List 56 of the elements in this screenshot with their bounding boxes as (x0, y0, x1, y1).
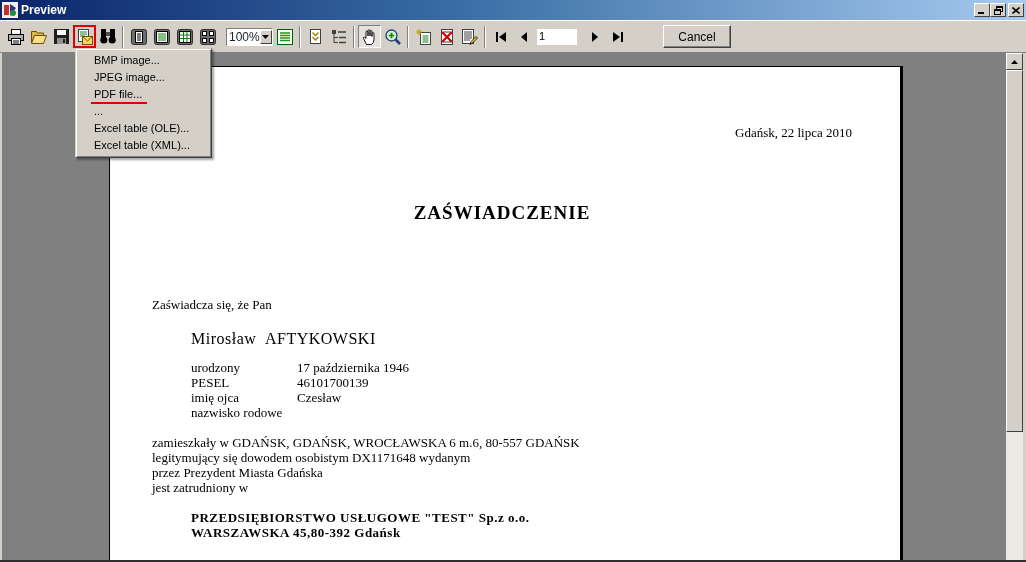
close-icon (1012, 6, 1020, 14)
field-label: imię ojca (191, 390, 240, 405)
field-value: Czesław (297, 390, 342, 405)
menu-item[interactable]: BMP image... (78, 52, 209, 69)
cancel-button[interactable]: Cancel (663, 25, 731, 48)
field-label: PESEL (191, 375, 231, 390)
menu-item[interactable]: ... (78, 103, 209, 120)
first-page-icon[interactable] (495, 31, 506, 42)
window-title: Preview (21, 2, 67, 19)
date-text: Gdańsk, 22 lipca 2010 (735, 125, 852, 140)
hand-tool-button[interactable] (358, 25, 381, 48)
grid-icon[interactable] (199, 28, 216, 45)
company-name: PRZEDSIĘBIORSTWO USŁUGOWE "TEST" Sp.z o.o. (191, 510, 530, 525)
zoom-in-icon (384, 28, 401, 45)
chevrons-down-icon[interactable] (310, 29, 321, 44)
page-icon[interactable] (130, 28, 147, 45)
printer-icon[interactable] (7, 28, 24, 45)
page-pencil-icon[interactable] (461, 28, 478, 45)
minimize-button[interactable] (974, 3, 990, 17)
last-page-icon[interactable] (612, 31, 623, 42)
hand-icon (362, 28, 377, 45)
close-button[interactable] (1008, 3, 1024, 17)
scrollbar[interactable] (1006, 53, 1023, 560)
page-cross-icon[interactable] (438, 28, 455, 45)
tree-icon[interactable] (331, 29, 346, 44)
document-title: ZAŚWIADCZENIE (413, 202, 591, 223)
field-value: 17 października 1946 (297, 360, 409, 375)
app-icon (2, 2, 18, 18)
next-icon[interactable] (591, 31, 598, 42)
binoculars-icon[interactable] (99, 29, 116, 44)
folder-icon[interactable] (30, 29, 47, 44)
intro-text: Zaświadcza się, że Pan (152, 297, 272, 312)
scroll-thumb[interactable] (1006, 70, 1023, 432)
zoom-select[interactable]: 100% (226, 27, 273, 46)
page-lines-icon[interactable] (153, 28, 170, 45)
paragraph-text: zamieszkały w GDAŃSK, GDAŃSK, WROCŁAWSKA 6 m.6, 80-557 GDAŃSK legitymujący się dowodem osobistym DX1171648 wydanym przez Prezydent Miasta Gdańska jest zatrudniony w (152, 435, 580, 495)
menu-item[interactable]: JPEG image... (78, 69, 209, 86)
table-icon[interactable] (176, 28, 193, 45)
company-address: WARSZAWSKA 45,80-392 Gdańsk (191, 525, 401, 540)
menu-item[interactable]: PDF file... (78, 86, 209, 103)
up-arrow-icon (1011, 59, 1018, 64)
person-name: Mirosław AFTYKOWSKI (191, 330, 376, 348)
page-number-field[interactable]: 1 (537, 28, 577, 45)
scroll-up-button[interactable] (1006, 53, 1023, 70)
restore-icon (993, 5, 1003, 15)
menu-item[interactable]: Excel table (XML)... (78, 137, 209, 154)
field-value: 46101700139 (297, 375, 369, 390)
caret-icon (262, 34, 270, 39)
field-label: nazwisko rodowe (191, 405, 284, 420)
menu-item[interactable]: Excel table (OLE)... (78, 120, 209, 137)
restore-button[interactable] (990, 3, 1006, 17)
lines-icon[interactable] (276, 28, 293, 45)
previous-icon[interactable] (520, 31, 527, 42)
field-label: urodzony (191, 360, 242, 375)
page-star-icon[interactable] (415, 28, 432, 45)
envelope-page-icon (76, 28, 93, 45)
